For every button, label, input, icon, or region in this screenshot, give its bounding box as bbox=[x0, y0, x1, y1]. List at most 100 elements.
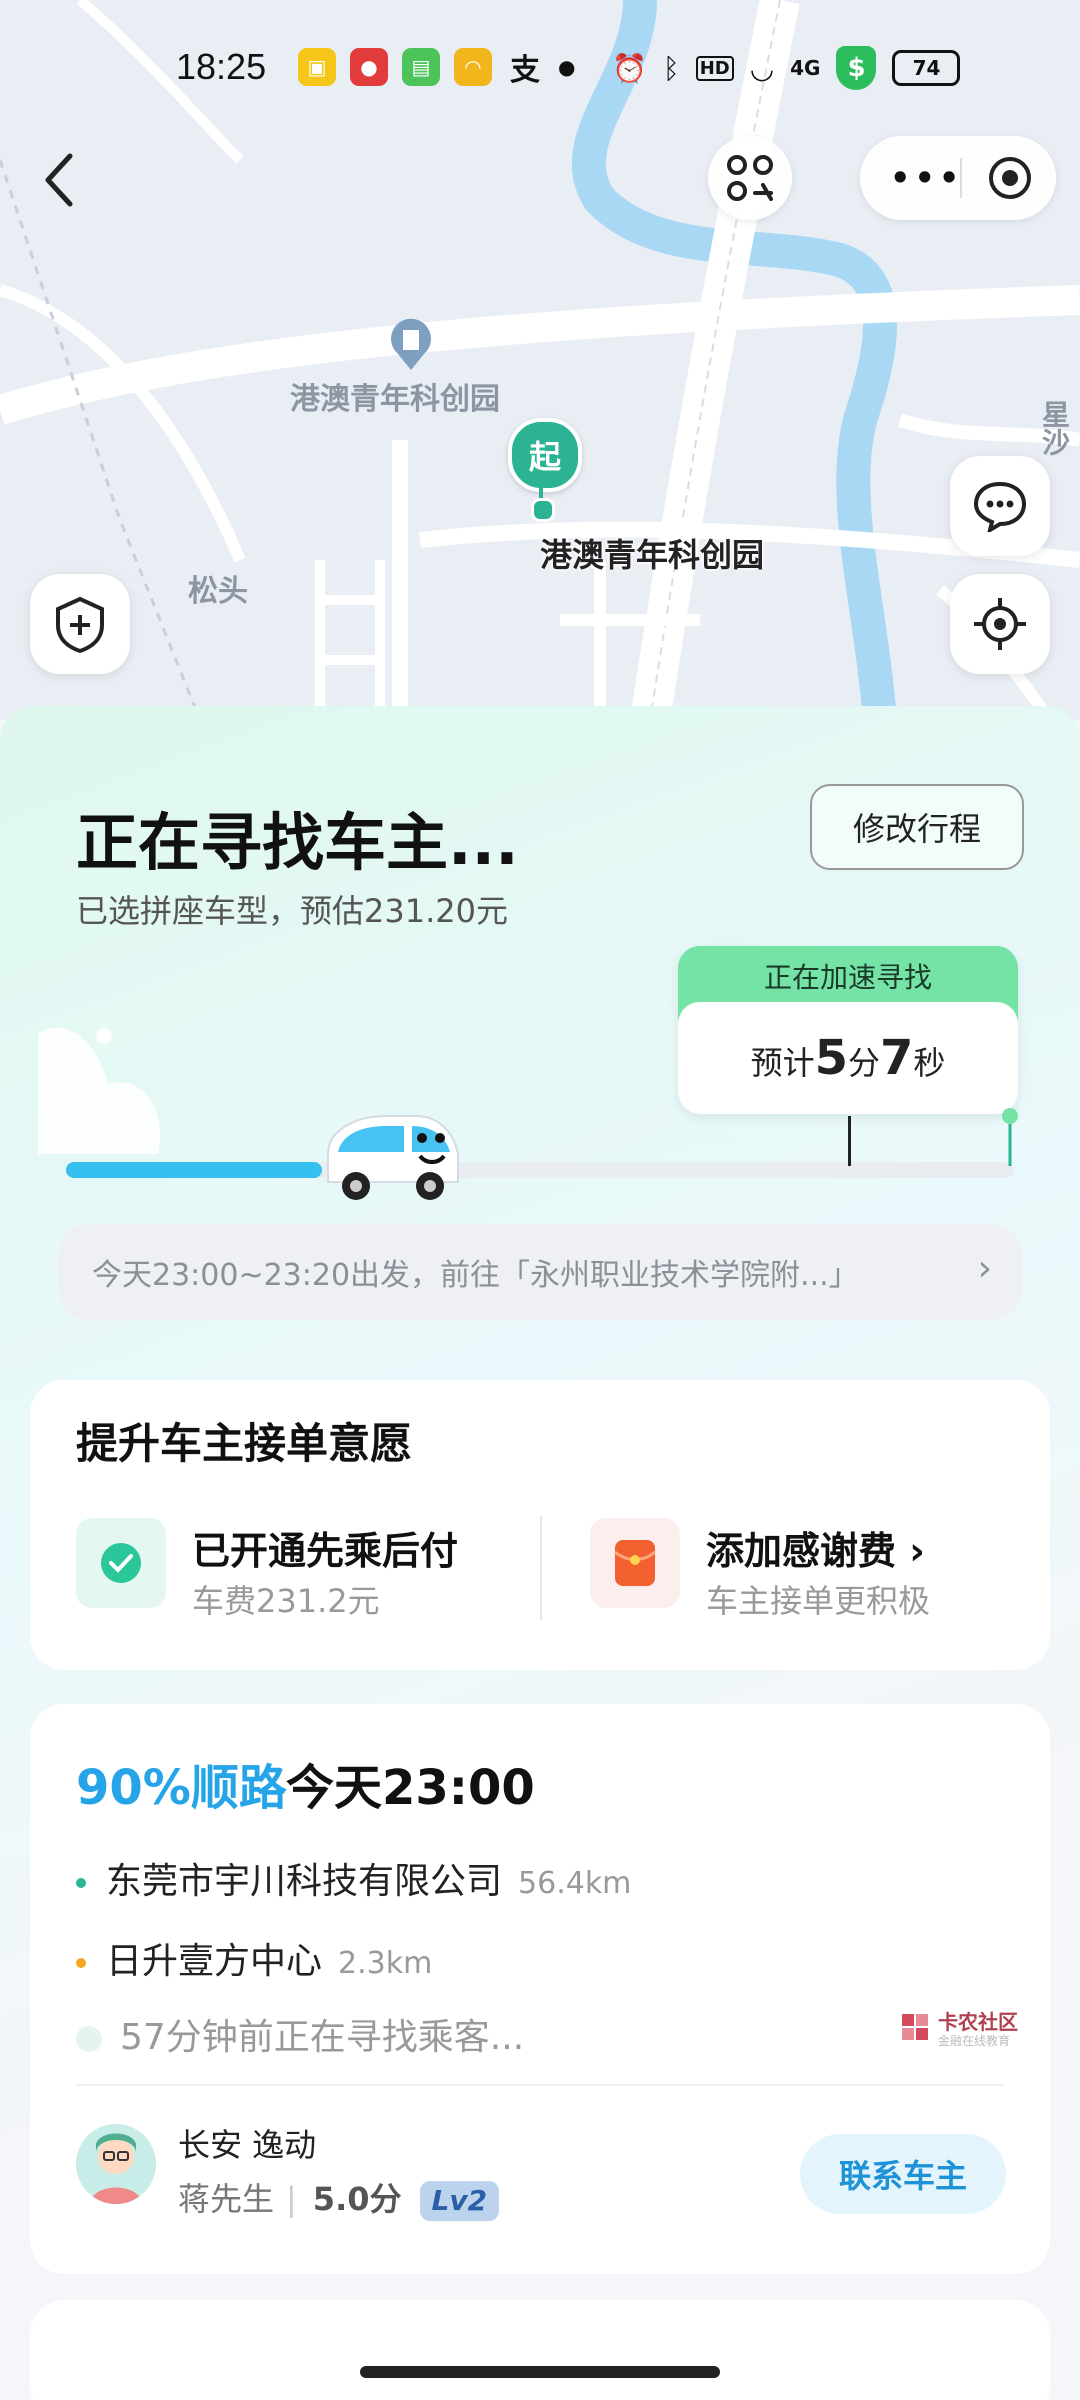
stop-origin-distance: 56.4km bbox=[518, 1866, 632, 1901]
start-location-label: 港澳青年科创园 bbox=[540, 536, 765, 574]
stop-destination: 日升壹方中心 2.3km bbox=[76, 1932, 432, 1984]
trip-status-title: 正在寻找车主... bbox=[76, 806, 519, 879]
accelerating-label: 正在加速寻找 bbox=[763, 961, 932, 994]
driver-info: 蒋先生 | 5.0分 Lv2 bbox=[178, 2174, 500, 2221]
scan-button[interactable] bbox=[708, 136, 792, 220]
battery-icon: 74 bbox=[892, 50, 961, 86]
battery-level: 74 bbox=[912, 56, 941, 80]
scan-icon bbox=[727, 155, 773, 201]
shield-plus-icon bbox=[56, 596, 104, 653]
red-envelope-icon bbox=[590, 1518, 680, 1608]
watermark-icon bbox=[902, 2014, 928, 2040]
poi-building-icon bbox=[391, 318, 431, 370]
poi-label: 港澳青年科创园 bbox=[290, 382, 500, 417]
car-illustration bbox=[327, 1115, 459, 1200]
map-roads bbox=[0, 0, 1080, 720]
chat-bubble-icon bbox=[973, 481, 1027, 532]
watermark-logo: 卡农社区 金融在线教育 bbox=[898, 2006, 1038, 2056]
trip-subtitle: 已选拼座车型，预估231.20元 bbox=[76, 892, 508, 930]
cloud-illustration bbox=[38, 1027, 160, 1154]
chevron-right-icon: › bbox=[977, 1248, 992, 1289]
stop-origin-name: 东莞市宇川科技有限公司 bbox=[106, 1861, 503, 1902]
finding-text: 57分钟前正在寻找乘客... bbox=[120, 2017, 525, 2058]
driver-rating: 5.0分 bbox=[312, 2180, 402, 2218]
back-button[interactable] bbox=[30, 148, 90, 212]
route-summary-text: 今天23:00~23:20出发，前往「永州职业技术学院附...」 bbox=[92, 1258, 859, 1293]
info-separator: | bbox=[286, 2180, 297, 2218]
thanks-fee-title: 添加感谢费 › bbox=[706, 1520, 925, 1575]
eta-minutes: 5 bbox=[814, 1030, 848, 1086]
eta-badge: 正在加速寻找 预计5分7秒 bbox=[678, 946, 1018, 1114]
home-indicator[interactable] bbox=[360, 2366, 720, 2378]
stop-origin: 东莞市宇川科技有限公司 56.4km bbox=[76, 1852, 631, 1904]
locate-icon bbox=[974, 598, 1026, 650]
status-time: 18:25 bbox=[176, 46, 267, 87]
check-circle-icon bbox=[76, 1518, 166, 1608]
eta-seconds: 7 bbox=[880, 1030, 914, 1086]
stop-destination-name: 日升壹方中心 bbox=[106, 1941, 323, 1982]
eta-sec-unit: 秒 bbox=[913, 1044, 946, 1082]
eta-min-unit: 分 bbox=[847, 1044, 880, 1082]
wifi-icon: ◡ bbox=[749, 51, 775, 85]
driver-name: 蒋先生 bbox=[178, 2180, 275, 2218]
signal-4g-icon: 4G bbox=[790, 56, 821, 80]
driver-avatar[interactable] bbox=[76, 2124, 156, 2204]
security-shield-icon: $ bbox=[836, 46, 877, 90]
thanks-fee-title-text: 添加感谢费 bbox=[706, 1529, 897, 1573]
more-options-icon[interactable]: ••• bbox=[890, 158, 963, 198]
more-dot-icon: ● bbox=[558, 55, 576, 79]
progress-marker bbox=[848, 1116, 851, 1166]
watermark-sub: 金融在线教育 bbox=[938, 2034, 1011, 2048]
match-percent: 90%顺路 bbox=[76, 1760, 287, 1816]
app-yellow-icon: ▣ bbox=[298, 48, 336, 86]
route-summary-bar[interactable]: 今天23:00~23:20出发，前往「永州职业技术学院附...」 › bbox=[58, 1224, 1022, 1320]
feature-divider bbox=[540, 1516, 542, 1620]
map-view[interactable]: 18:25 ▣ ● ▤ ◠ 支 ● ⏰ ᛒ HD ◡ 4G $ 74 ••• 港… bbox=[0, 0, 1080, 720]
watermark-name: 卡农社区 bbox=[938, 2010, 1018, 2034]
origin-dot-icon bbox=[76, 1878, 86, 1888]
contact-driver-button[interactable]: 联系车主 bbox=[800, 2134, 1006, 2214]
app-green-icon: ▤ bbox=[402, 48, 440, 86]
close-miniprogram-icon[interactable] bbox=[988, 156, 1032, 200]
modify-trip-button[interactable]: 修改行程 bbox=[810, 784, 1024, 870]
mini-avatar-icon bbox=[76, 2026, 102, 2052]
driver-card[interactable]: 90%顺路 今天23:00 东莞市宇川科技有限公司 56.4km 日升壹方中心 2.… bbox=[30, 1704, 1050, 2274]
chevron-left-icon bbox=[45, 153, 73, 207]
finish-flag-icon bbox=[1002, 1108, 1018, 1166]
hd-icon: HD bbox=[695, 55, 734, 81]
card-divider bbox=[76, 2084, 1004, 2086]
search-progress-fill bbox=[66, 1162, 322, 1178]
next-card bbox=[30, 2300, 1050, 2400]
pay-later-title: 已开通先乘后付 bbox=[192, 1529, 459, 1573]
car-model: 长安 逸动 bbox=[178, 2126, 317, 2164]
locate-button[interactable] bbox=[950, 574, 1050, 674]
chevron-right-icon: › bbox=[909, 1529, 925, 1573]
area-label: 松头 bbox=[188, 574, 248, 609]
start-pin-dot bbox=[531, 498, 555, 522]
eta-prefix: 预计 bbox=[750, 1044, 815, 1082]
thanks-fee-sub: 车主接单更积极 bbox=[706, 1582, 931, 1620]
eta-panel: 预计5分7秒 bbox=[678, 1002, 1018, 1114]
alipay-icon: 支 bbox=[510, 53, 540, 88]
boost-heading: 提升车主接单意愿 bbox=[76, 1419, 413, 1468]
side-label: 星沙 bbox=[1038, 400, 1071, 456]
stop-destination-distance: 2.3km bbox=[338, 1946, 433, 1981]
alarm-icon: ⏰ bbox=[612, 51, 647, 85]
boost-card: 提升车主接单意愿 已开通先乘后付 车费231.2元 添加感谢费 › 车主接单更积… bbox=[30, 1380, 1050, 1670]
pay-later-sub: 车费231.2元 bbox=[192, 1582, 380, 1620]
status-bar: 18:25 ▣ ● ▤ ◠ 支 ● ⏰ ᛒ HD ◡ 4G $ 74 bbox=[0, 42, 1080, 98]
destination-dot-icon bbox=[76, 1958, 86, 1968]
driver-level-badge: Lv2 bbox=[419, 2181, 500, 2221]
app-orange-icon: ◠ bbox=[454, 48, 492, 86]
trip-status-card: 正在寻找车主... 已选拼座车型，预估231.20元 修改行程 正在加速寻找 预… bbox=[30, 706, 1050, 1352]
departure-time: 今天23:00 bbox=[286, 1760, 535, 1816]
finding-status: 57分钟前正在寻找乘客... bbox=[76, 2008, 524, 2060]
start-pin: 起 bbox=[508, 418, 582, 492]
app-red-icon: ● bbox=[350, 48, 388, 86]
capsule-menu: ••• bbox=[860, 136, 1056, 220]
message-button[interactable] bbox=[950, 456, 1050, 556]
bluetooth-icon: ᛒ bbox=[662, 51, 680, 85]
capsule-divider bbox=[960, 158, 962, 198]
trip-sheet: 正在寻找车主... 已选拼座车型，预估231.20元 修改行程 正在加速寻找 预… bbox=[0, 706, 1080, 2400]
safety-button[interactable] bbox=[30, 574, 130, 674]
